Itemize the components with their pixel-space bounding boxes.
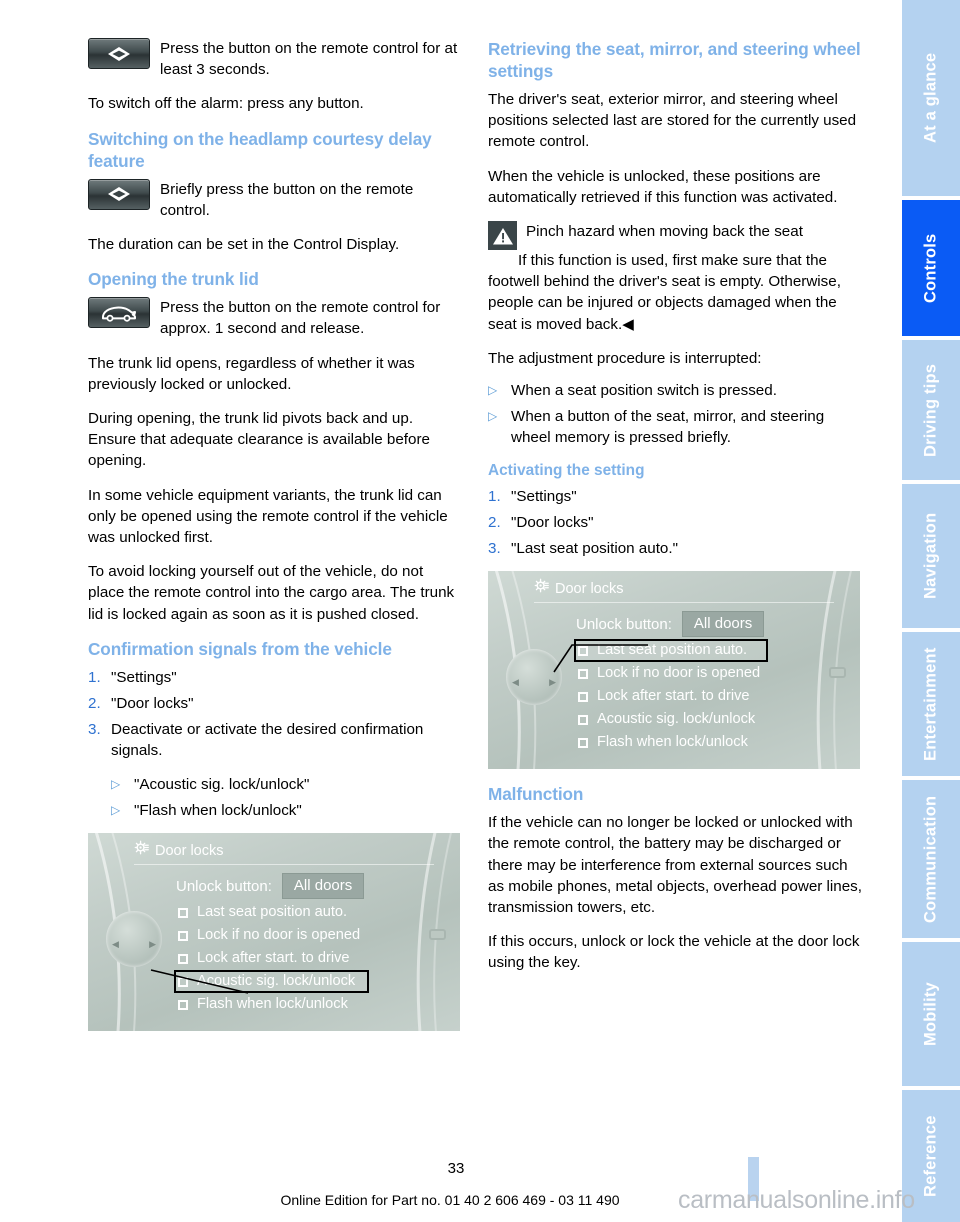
list-item: ▷ When a button of the seat, mirror, and… xyxy=(488,406,863,448)
warning-title-row: Pinch hazard when moving back the seat xyxy=(488,221,863,251)
triangle-bullet-icon: ▷ xyxy=(111,776,121,791)
trunk-paragraph: To avoid locking yourself out of the veh… xyxy=(88,563,455,623)
sidebar-item-label: Driving tips xyxy=(921,363,940,457)
confirmation-steps-list: 1. "Settings" 2. "Door locks" 3. Deactiv… xyxy=(88,667,463,762)
left-column: Press the button on the remote control f… xyxy=(88,38,463,1045)
sidebar-item-navigation[interactable]: Navigation xyxy=(902,484,960,628)
sidebar-item-label: Mobility xyxy=(921,982,940,1046)
section-tab-sidebar: At a glance Controls Driving tips Naviga… xyxy=(902,0,960,1222)
bullet-text: When a seat position switch is pressed. xyxy=(511,382,777,400)
step-number: 1. xyxy=(488,487,501,505)
remote-trunk-button-icon xyxy=(88,297,150,329)
retrieving-paragraph: The driver's seat, exterior mirror, and … xyxy=(488,91,857,151)
step-number: 1. xyxy=(88,668,101,686)
sidebar-item-mobility[interactable]: Mobility xyxy=(902,942,960,1086)
heading-malfunction: Malfunction xyxy=(488,784,584,805)
alarm-instruction-text: Press the button on the remote control f… xyxy=(160,40,458,79)
sidebar-item-driving-tips[interactable]: Driving tips xyxy=(902,340,960,480)
list-item: ▷ When a seat position switch is pressed… xyxy=(488,380,863,401)
watermark: carmanualsonline.info xyxy=(678,1186,915,1214)
heading-confirmation-signals: Confirmation signals from the vehicle xyxy=(88,638,392,659)
trunk-instruction-row: Press the button on the remote control f… xyxy=(88,297,463,339)
warning-block: Pinch hazard when moving back the seat I… xyxy=(488,221,863,335)
sidebar-item-entertainment[interactable]: Entertainment xyxy=(902,632,960,776)
step-text: "Settings" xyxy=(111,668,177,686)
remote-round-button-icon xyxy=(88,178,150,210)
heading-opening-trunk-lid: Opening the trunk lid xyxy=(88,269,259,290)
page-number-text: 33 xyxy=(447,1160,465,1177)
triangle-bullet-icon: ▷ xyxy=(111,802,121,817)
control-display-figure-activating: Door locks Unlock button: All doors Last… xyxy=(488,571,860,770)
bullet-text: When a button of the seat, mirror, and s… xyxy=(511,408,825,447)
interrupt-intro: The adjustment procedure is interrupted: xyxy=(488,349,762,367)
remote-round-button-icon xyxy=(88,38,150,69)
right-column: Retrieving the seat, mirror, and steerin… xyxy=(488,38,863,987)
malfunction-paragraph: If this occurs, unlock or lock the vehic… xyxy=(488,933,860,972)
sidebar-item-controls[interactable]: Controls xyxy=(902,200,960,336)
page-number: 33 xyxy=(0,1160,960,1177)
callout-leader-line xyxy=(150,969,249,994)
callout-leader-line xyxy=(553,644,648,673)
alarm-note: To switch off the alarm: press any butto… xyxy=(88,95,364,113)
step-text: "Door locks" xyxy=(111,695,194,713)
retrieving-paragraph: When the vehicle is unlocked, these posi… xyxy=(488,167,838,206)
sidebar-item-label: Entertainment xyxy=(921,647,940,761)
sidebar-item-label: Reference xyxy=(921,1115,940,1197)
triangle-bullet-icon: ▷ xyxy=(488,409,498,424)
headlamp-instruction-text: Briefly press the button on the remote c… xyxy=(160,180,414,219)
trunk-paragraph: During opening, the trunk lid pivots bac… xyxy=(88,410,430,470)
sidebar-item-label: Communication xyxy=(921,795,940,923)
alarm-instruction-row: Press the button on the remote control f… xyxy=(88,38,463,80)
bullet-text: "Flash when lock/unlock" xyxy=(134,801,302,819)
control-display-figure-confirmation: Door locks Unlock button: All doors Last… xyxy=(88,833,460,1032)
heading-activating-the-setting: Activating the setting xyxy=(488,461,645,479)
sidebar-item-label: Navigation xyxy=(921,512,940,600)
interrupt-bullets: ▷ When a seat position switch is pressed… xyxy=(488,380,863,449)
list-item: ▷ "Flash when lock/unlock" xyxy=(111,800,463,821)
manual-page: Press the button on the remote control f… xyxy=(0,0,960,1222)
list-item: ▷ "Acoustic sig. lock/unlock" xyxy=(111,774,463,795)
list-item: 2. "Door locks" xyxy=(88,693,463,714)
sidebar-item-label: Controls xyxy=(921,233,940,303)
list-item: 2. "Door locks" xyxy=(488,512,863,533)
trunk-paragraph: In some vehicle equipment variants, the … xyxy=(88,486,448,547)
sidebar-item-communication[interactable]: Communication xyxy=(902,780,960,938)
sidebar-item-at-a-glance[interactable]: At a glance xyxy=(902,0,960,196)
confirmation-sub-bullets: ▷ "Acoustic sig. lock/unlock" ▷ "Flash w… xyxy=(111,774,463,821)
step-text: "Last seat position auto." xyxy=(511,540,678,558)
list-item: 1. "Settings" xyxy=(88,667,463,688)
step-number: 3. xyxy=(488,540,501,558)
warning-title: Pinch hazard when moving back the seat xyxy=(526,223,803,241)
step-text: "Door locks" xyxy=(511,513,594,531)
malfunction-paragraph: If the vehicle can no longer be locked o… xyxy=(488,814,862,917)
triangle-bullet-icon: ▷ xyxy=(488,383,498,398)
headlamp-duration-note: The duration can be set in the Control D… xyxy=(88,236,400,254)
list-item: 3. Deactivate or activate the desired co… xyxy=(88,719,463,761)
list-item: 1. "Settings" xyxy=(488,486,863,507)
headlamp-instruction-row: Briefly press the button on the remote c… xyxy=(88,178,463,221)
step-number: 2. xyxy=(88,695,101,713)
heading-headlamp-courtesy: Switching on the headlamp courtesy delay… xyxy=(88,128,432,171)
warning-body: If this function is used, first make sur… xyxy=(488,252,841,333)
trunk-instruction-text: Press the button on the remote control f… xyxy=(160,299,441,338)
step-number: 2. xyxy=(488,513,501,531)
warning-triangle-icon xyxy=(488,221,517,251)
footer-note-text: Online Edition for Part no. 01 40 2 606 … xyxy=(280,1192,620,1208)
step-text: Deactivate or activate the desired confi… xyxy=(111,721,424,760)
list-item: 3. "Last seat position auto." xyxy=(488,538,863,559)
step-text: "Settings" xyxy=(511,487,577,505)
sidebar-item-label: At a glance xyxy=(921,52,940,144)
trunk-paragraph: The trunk lid opens, regardless of wheth… xyxy=(88,354,415,393)
activating-steps-list: 1. "Settings" 2. "Door locks" 3. "Last s… xyxy=(488,486,863,560)
bullet-text: "Acoustic sig. lock/unlock" xyxy=(134,775,310,793)
step-number: 3. xyxy=(88,721,101,739)
heading-retrieving-settings: Retrieving the seat, mirror, and steerin… xyxy=(488,39,861,81)
